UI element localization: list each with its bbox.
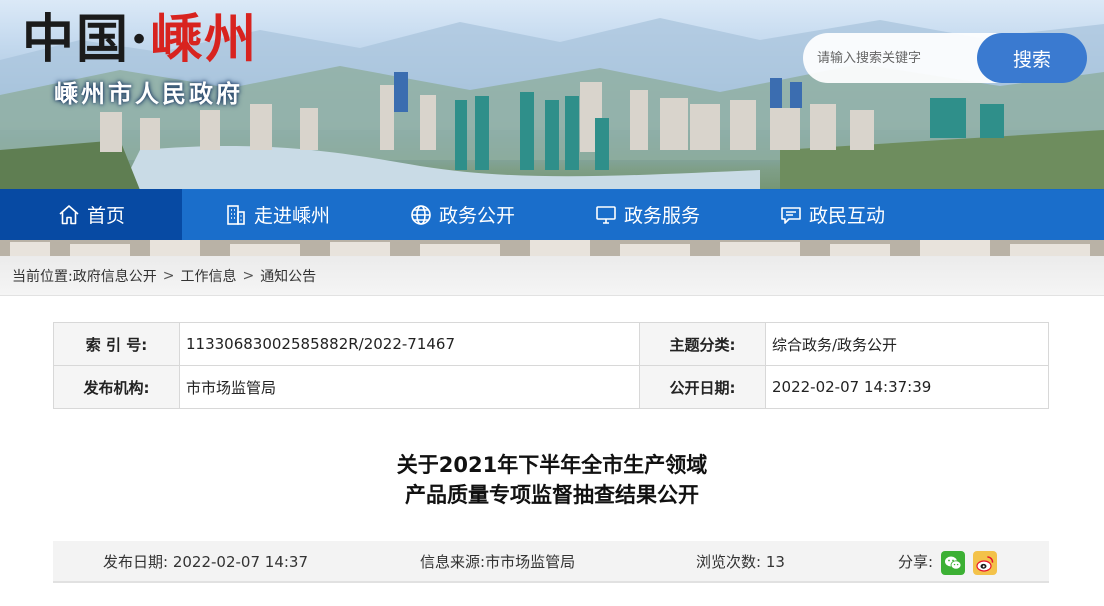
breadcrumb-item-work-info[interactable]: 工作信息: [180, 266, 236, 286]
nav-item-interaction[interactable]: 政民互动: [742, 189, 922, 240]
index-number-value: 11330683002585882R/2022-71467: [179, 322, 640, 366]
nav-item-about[interactable]: 走进嵊州: [182, 189, 372, 240]
globe-icon: [411, 204, 431, 225]
logo-title-shengzhou: 嵊州: [150, 9, 259, 70]
view-count-label: 浏览次数:: [696, 553, 762, 571]
table-row: 索 引 号: 11330683002585882R/2022-71467 主题分…: [53, 322, 1049, 366]
site-logo[interactable]: 中国·嵊州 嵊州市人民政府: [22, 8, 258, 109]
breadcrumb-item-notices[interactable]: 通知公告: [260, 266, 316, 286]
nav-item-label: 政民互动: [808, 205, 885, 227]
article-title-line2: 产品质量专项监督抽查结果公开: [405, 483, 699, 507]
publish-date: 发布日期: 2022-02-07 14:37: [103, 541, 308, 583]
breadcrumb: 当前位置: 政府信息公开 > 工作信息 > 通知公告: [0, 256, 1104, 296]
nav-item-label: 首页: [86, 205, 125, 227]
publish-date-value: 2022-02-07 14:37: [172, 553, 309, 571]
article-title: 关于2021年下半年全市生产领域 产品质量专项监督抽查结果公开: [0, 450, 1104, 510]
breadcrumb-separator: >: [242, 267, 255, 284]
chat-icon: [781, 206, 801, 224]
wechat-icon[interactable]: [940, 550, 965, 575]
view-count-value: 13: [765, 553, 785, 571]
index-number-label: 索 引 号:: [53, 322, 180, 366]
nav-item-home[interactable]: 首页: [0, 189, 182, 240]
table-row: 发布机构: 市市场监管局 公开日期: 2022-02-07 14:37:39: [53, 365, 1049, 409]
nav-item-label: 政务服务: [623, 205, 700, 227]
breadcrumb-separator: >: [162, 267, 175, 284]
breadcrumb-prefix: 当前位置:: [12, 268, 73, 285]
issuer-value: 市市场监管局: [179, 365, 640, 409]
article-info-bar: 发布日期: 2022-02-07 14:37 信息来源:市市场监管局 浏览次数:…: [53, 541, 1049, 583]
breadcrumb-item-gov-info[interactable]: 政府信息公开: [73, 266, 157, 286]
nav-item-gov-open[interactable]: 政务公开: [372, 189, 552, 240]
publish-date-label: 发布日期:: [103, 553, 169, 571]
info-source: 信息来源:市市场监管局: [420, 541, 575, 583]
nav-item-gov-service[interactable]: 政务服务: [552, 189, 742, 240]
info-source-label: 信息来源:: [420, 553, 486, 571]
public-date-value: 2022-02-07 14:37:39: [765, 365, 1049, 409]
article-title-line1: 关于2021年下半年全市生产领域: [396, 453, 708, 477]
logo-title: 中国·嵊州: [22, 8, 258, 72]
view-count: 浏览次数: 13: [696, 541, 785, 583]
nav-item-label: 政务公开: [438, 205, 515, 227]
topic-value: 综合政务/政务公开: [765, 322, 1049, 366]
nav-item-label: 走进嵊州: [253, 205, 330, 227]
public-date-label: 公开日期:: [639, 365, 766, 409]
weibo-icon[interactable]: [972, 550, 997, 575]
share-group: 分享:: [898, 541, 997, 583]
logo-subtitle: 嵊州市人民政府: [54, 80, 243, 108]
building-icon: [227, 204, 245, 225]
document-meta-table: 索 引 号: 11330683002585882R/2022-71467 主题分…: [53, 322, 1049, 409]
issuer-label: 发布机构:: [53, 365, 180, 409]
info-source-value: 市市场监管局: [485, 553, 576, 571]
header-banner: 中国·嵊州 嵊州市人民政府 搜索 首页 走进嵊州 政务公开: [0, 0, 1104, 256]
monitor-icon: [596, 205, 616, 224]
share-label: 分享:: [898, 553, 934, 571]
main-nav: 首页 走进嵊州 政务公开 政务服务 政民互动: [0, 189, 1104, 240]
topic-label: 主题分类:: [639, 322, 766, 366]
search-box: 搜索: [803, 33, 1087, 83]
search-button[interactable]: 搜索: [977, 33, 1087, 83]
home-icon: [59, 204, 79, 224]
logo-title-china: 中国·: [22, 9, 151, 70]
